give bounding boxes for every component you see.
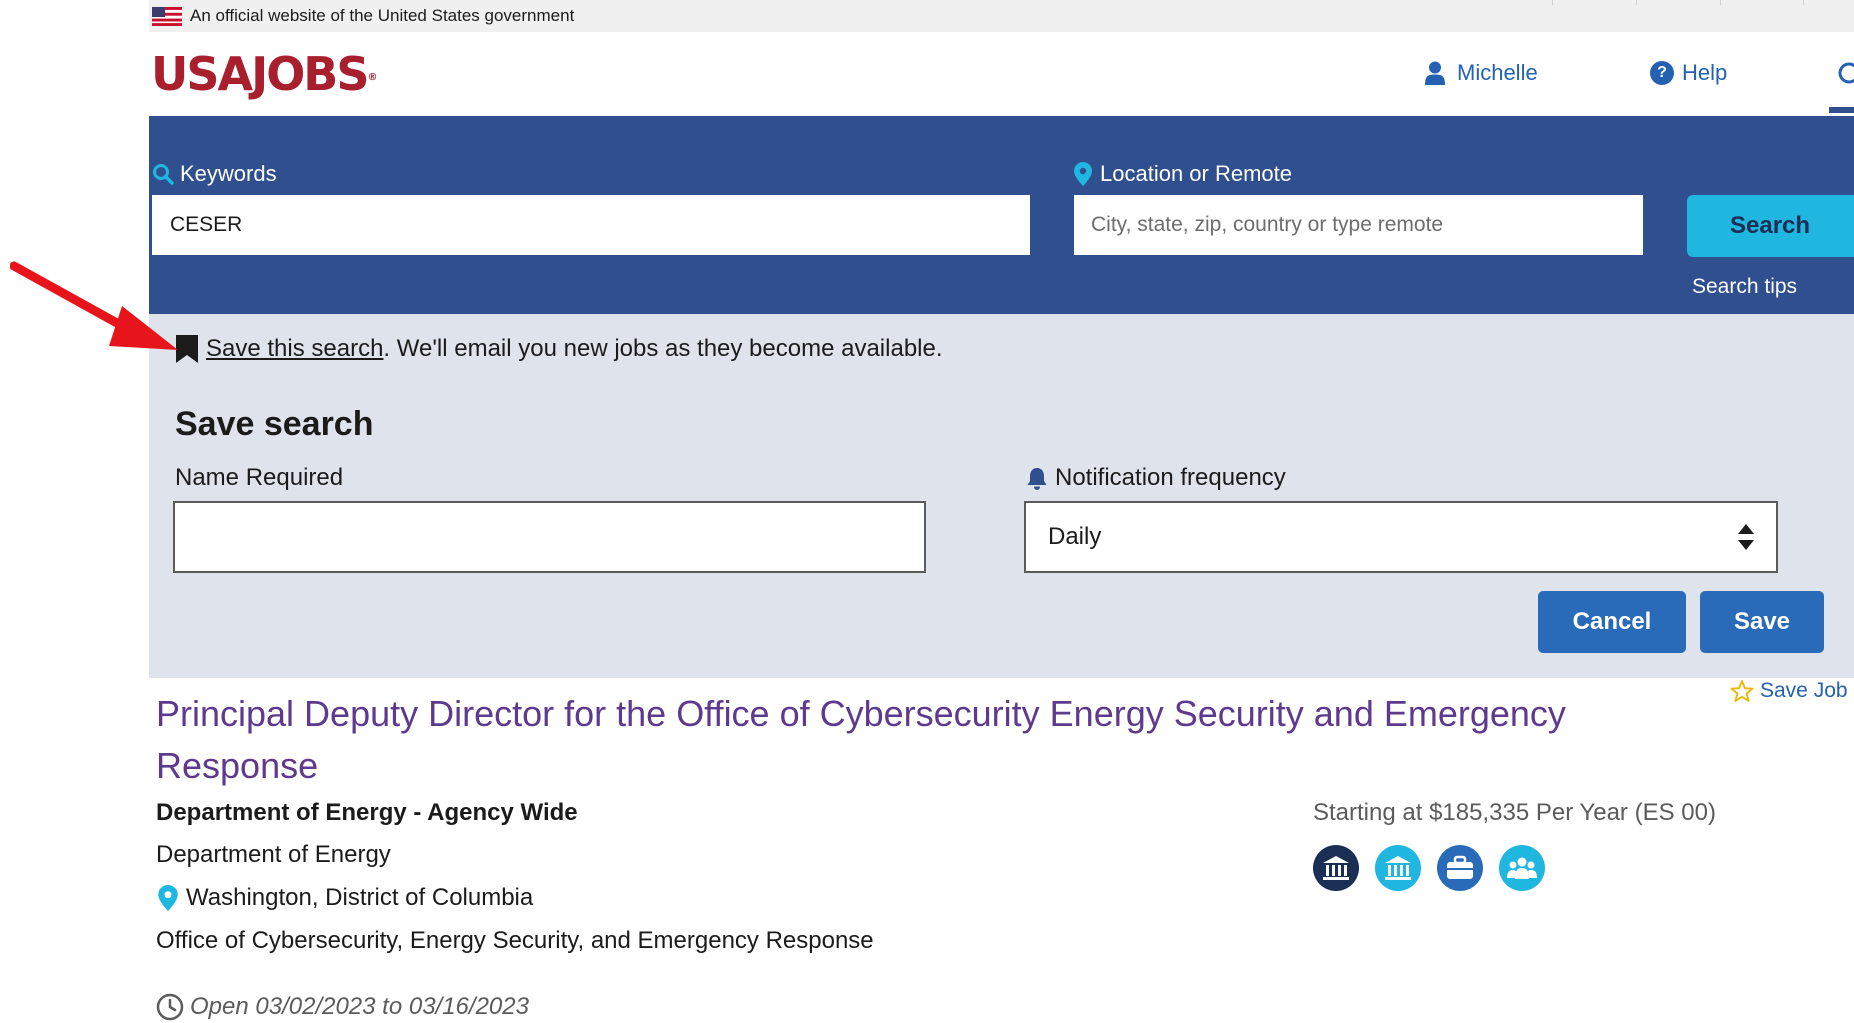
banner-divider: [1720, 0, 1721, 5]
job-location: Washington, District of Columbia: [158, 884, 533, 912]
magnifier-icon: [153, 164, 174, 185]
trademark-mark: ®: [367, 72, 378, 83]
active-tab-indicator: [1829, 107, 1854, 113]
clock-icon: [156, 993, 184, 1021]
star-icon: [1730, 679, 1754, 702]
save-this-search-link[interactable]: Save this search: [206, 335, 383, 363]
job-open-dates: Open 03/02/2023 to 03/16/2023: [156, 993, 529, 1021]
job-title-link[interactable]: Principal Deputy Director for the Office…: [156, 688, 1676, 792]
save-search-description: . We'll email you new jobs as they becom…: [383, 335, 943, 362]
location-label: Location or Remote: [1074, 161, 1292, 187]
keywords-input[interactable]: [152, 195, 1030, 255]
location-input[interactable]: [1074, 195, 1643, 255]
job-agency: Department of Energy - Agency Wide: [156, 799, 578, 826]
banner-divider: [1803, 0, 1804, 5]
banner-divider: [1552, 0, 1553, 5]
bell-icon: [1027, 468, 1047, 490]
sort-arrows-icon: [1738, 524, 1754, 550]
save-search-heading: Save search: [175, 405, 374, 443]
annotation-arrow: [10, 261, 178, 350]
job-location-text: Washington, District of Columbia: [186, 884, 534, 911]
family-icon[interactable]: [1499, 845, 1545, 891]
search-tips-link[interactable]: Search tips: [1692, 275, 1797, 299]
notification-frequency-select[interactable]: Daily: [1024, 501, 1778, 573]
us-flag-icon: [152, 7, 182, 26]
keywords-label-text: Keywords: [180, 161, 277, 186]
usajobs-logo[interactable]: USAJOBS®: [151, 48, 378, 100]
hiring-path-badges: [1313, 845, 1545, 891]
help-link[interactable]: ? Help: [1650, 60, 1727, 86]
help-label: Help: [1682, 60, 1728, 85]
name-field-label: Name Required: [175, 464, 344, 491]
save-search-prompt: Save this search . We'll email you new j…: [176, 335, 943, 363]
search-name-input[interactable]: [173, 501, 926, 573]
user-icon: [1425, 61, 1445, 85]
save-job-label: Save Job: [1760, 679, 1848, 702]
help-icon: ?: [1650, 61, 1674, 85]
cancel-button[interactable]: Cancel: [1538, 591, 1686, 653]
job-office: Office of Cybersecurity, Energy Security…: [156, 927, 874, 954]
location-pin-icon: [158, 885, 178, 911]
save-job-link[interactable]: Save Job: [1730, 679, 1848, 703]
frequency-label: Notification frequency: [1025, 464, 1286, 492]
search-icon[interactable]: [1835, 60, 1854, 90]
public-icon[interactable]: [1375, 845, 1421, 891]
user-name: Michelle: [1457, 60, 1538, 85]
gov-banner-text: An official website of the United States…: [190, 6, 575, 25]
search-button[interactable]: Search: [1687, 195, 1854, 257]
job-department: Department of Energy: [156, 841, 391, 868]
save-button[interactable]: Save: [1700, 591, 1824, 653]
job-open-dates-text: Open 03/02/2023 to 03/16/2023: [190, 993, 529, 1020]
veterans-icon[interactable]: [1437, 845, 1483, 891]
location-label-text: Location or Remote: [1100, 161, 1292, 186]
frequency-selected-value: Daily: [1048, 523, 1102, 550]
job-salary: Starting at $185,335 Per Year (ES 00): [1313, 799, 1716, 826]
frequency-label-text: Notification frequency: [1055, 464, 1286, 491]
keywords-label: Keywords: [152, 161, 277, 187]
user-profile-link[interactable]: Michelle: [1425, 60, 1538, 86]
banner-divider: [1636, 0, 1637, 5]
location-pin-icon: [1074, 162, 1092, 186]
federal-employees-icon[interactable]: [1313, 845, 1359, 891]
